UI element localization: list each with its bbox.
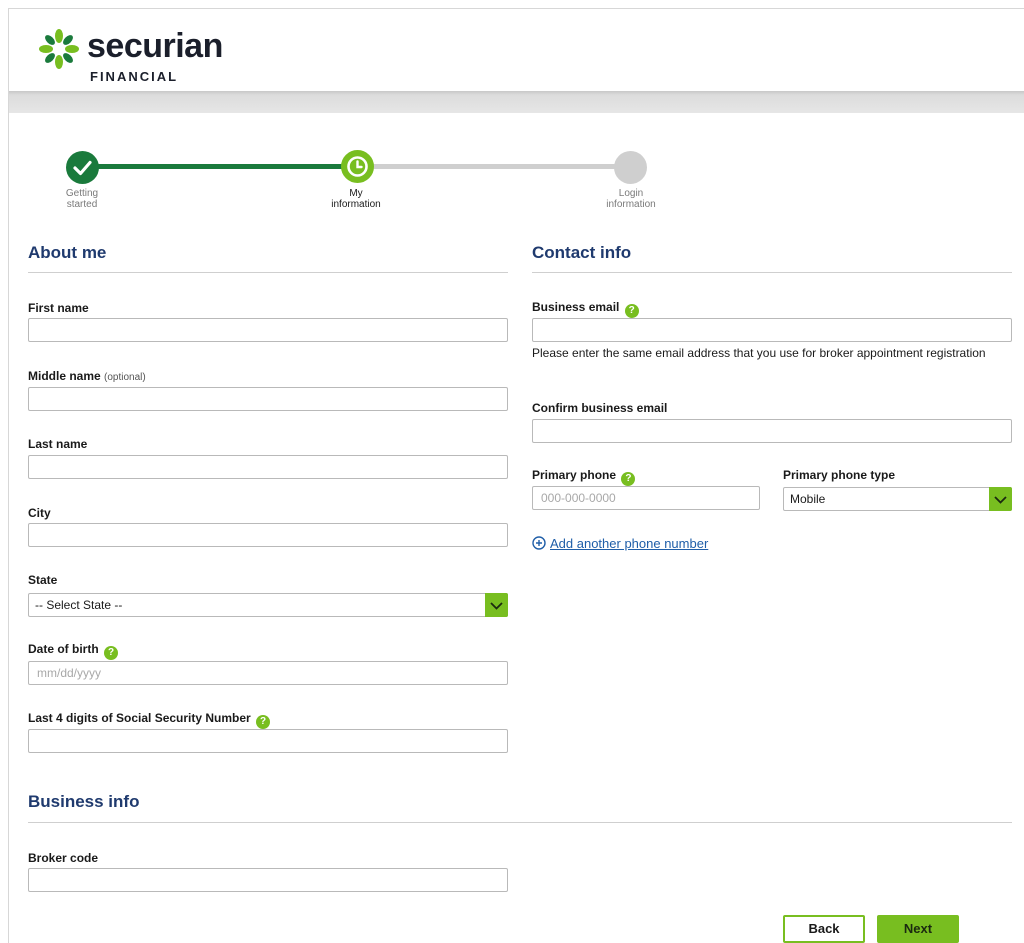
securian-flower-icon	[39, 29, 79, 69]
broker-code-label: Broker code	[28, 851, 99, 865]
header-band	[9, 91, 1024, 113]
broker-code-input[interactable]	[28, 868, 508, 892]
confirm-email-label: Confirm business email	[532, 401, 668, 415]
chevron-down-icon	[994, 496, 1007, 504]
clock-icon	[347, 156, 368, 177]
dob-input[interactable]	[28, 661, 508, 685]
phone-type-dropdown-button[interactable]	[989, 487, 1012, 511]
ssn-label: Last 4 digits of Social Security Number …	[28, 711, 271, 729]
step-label-getting-started: Getting started	[65, 188, 99, 210]
about-me-divider	[28, 272, 508, 273]
dob-help-icon[interactable]: ?	[104, 646, 119, 660]
business-email-hint: Please enter the same email address that…	[532, 346, 986, 360]
add-phone-link[interactable]: Add another phone number	[532, 536, 708, 551]
city-label: City	[28, 506, 51, 520]
state-label: State	[28, 573, 58, 587]
header: securian FINANCIAL	[9, 9, 1024, 91]
state-selected-value: -- Select State --	[35, 598, 123, 612]
ssn-help-icon[interactable]: ?	[256, 715, 271, 729]
last-name-input[interactable]	[28, 455, 508, 479]
contact-info-heading: Contact info	[532, 243, 632, 262]
optional-tag: (optional)	[104, 372, 146, 383]
next-button[interactable]: Next	[877, 915, 959, 943]
progress-track-complete	[82, 164, 358, 169]
back-button[interactable]: Back	[783, 915, 865, 943]
phone-type-selected-value: Mobile	[790, 492, 826, 506]
add-phone-link-text: Add another phone number	[550, 536, 709, 551]
securian-logo[interactable]: securian FINANCIAL	[33, 23, 273, 85]
confirm-email-input[interactable]	[532, 419, 1012, 443]
primary-phone-help-icon[interactable]: ?	[621, 472, 636, 486]
first-name-input[interactable]	[28, 318, 508, 342]
business-email-help-icon[interactable]: ?	[624, 304, 639, 318]
check-icon	[73, 160, 92, 176]
logo-wordmark: securian	[87, 27, 223, 65]
step-label-login-information: Login information	[606, 188, 656, 210]
phone-type-label: Primary phone type	[783, 468, 896, 482]
dob-label: Date of birth ?	[28, 642, 119, 660]
step-getting-started	[66, 151, 99, 184]
business-info-heading: Business info	[28, 792, 140, 811]
ssn-input[interactable]	[28, 729, 508, 753]
primary-phone-input[interactable]	[532, 486, 760, 510]
business-email-label: Business email ?	[532, 300, 639, 318]
chevron-down-icon	[490, 602, 503, 610]
logo-subtitle: FINANCIAL	[90, 69, 179, 84]
state-dropdown-button[interactable]	[485, 593, 508, 617]
plus-circle-icon	[532, 536, 546, 550]
business-email-label-text: Business email	[532, 300, 620, 314]
city-input[interactable]	[28, 523, 508, 547]
ssn-label-text: Last 4 digits of Social Security Number	[28, 711, 251, 725]
progress-track-pending	[358, 164, 630, 169]
contact-info-divider	[532, 272, 1012, 273]
step-label-my-information: My information	[331, 188, 381, 210]
last-name-label: Last name	[28, 437, 88, 451]
dob-label-text: Date of birth	[28, 642, 99, 656]
middle-name-input[interactable]	[28, 387, 508, 411]
phone-type-select[interactable]: Mobile	[783, 487, 1012, 511]
step-login-information	[614, 151, 647, 184]
primary-phone-label: Primary phone ?	[532, 468, 636, 486]
business-email-input[interactable]	[532, 318, 1012, 342]
middle-name-label-text: Middle name	[28, 369, 101, 383]
state-select[interactable]: -- Select State --	[28, 593, 508, 617]
about-me-heading: About me	[28, 243, 107, 262]
business-info-divider	[28, 822, 1012, 823]
primary-phone-label-text: Primary phone	[532, 468, 617, 482]
step-my-information	[341, 150, 374, 183]
middle-name-label: Middle name (optional)	[28, 369, 146, 383]
first-name-label: First name	[28, 301, 89, 315]
